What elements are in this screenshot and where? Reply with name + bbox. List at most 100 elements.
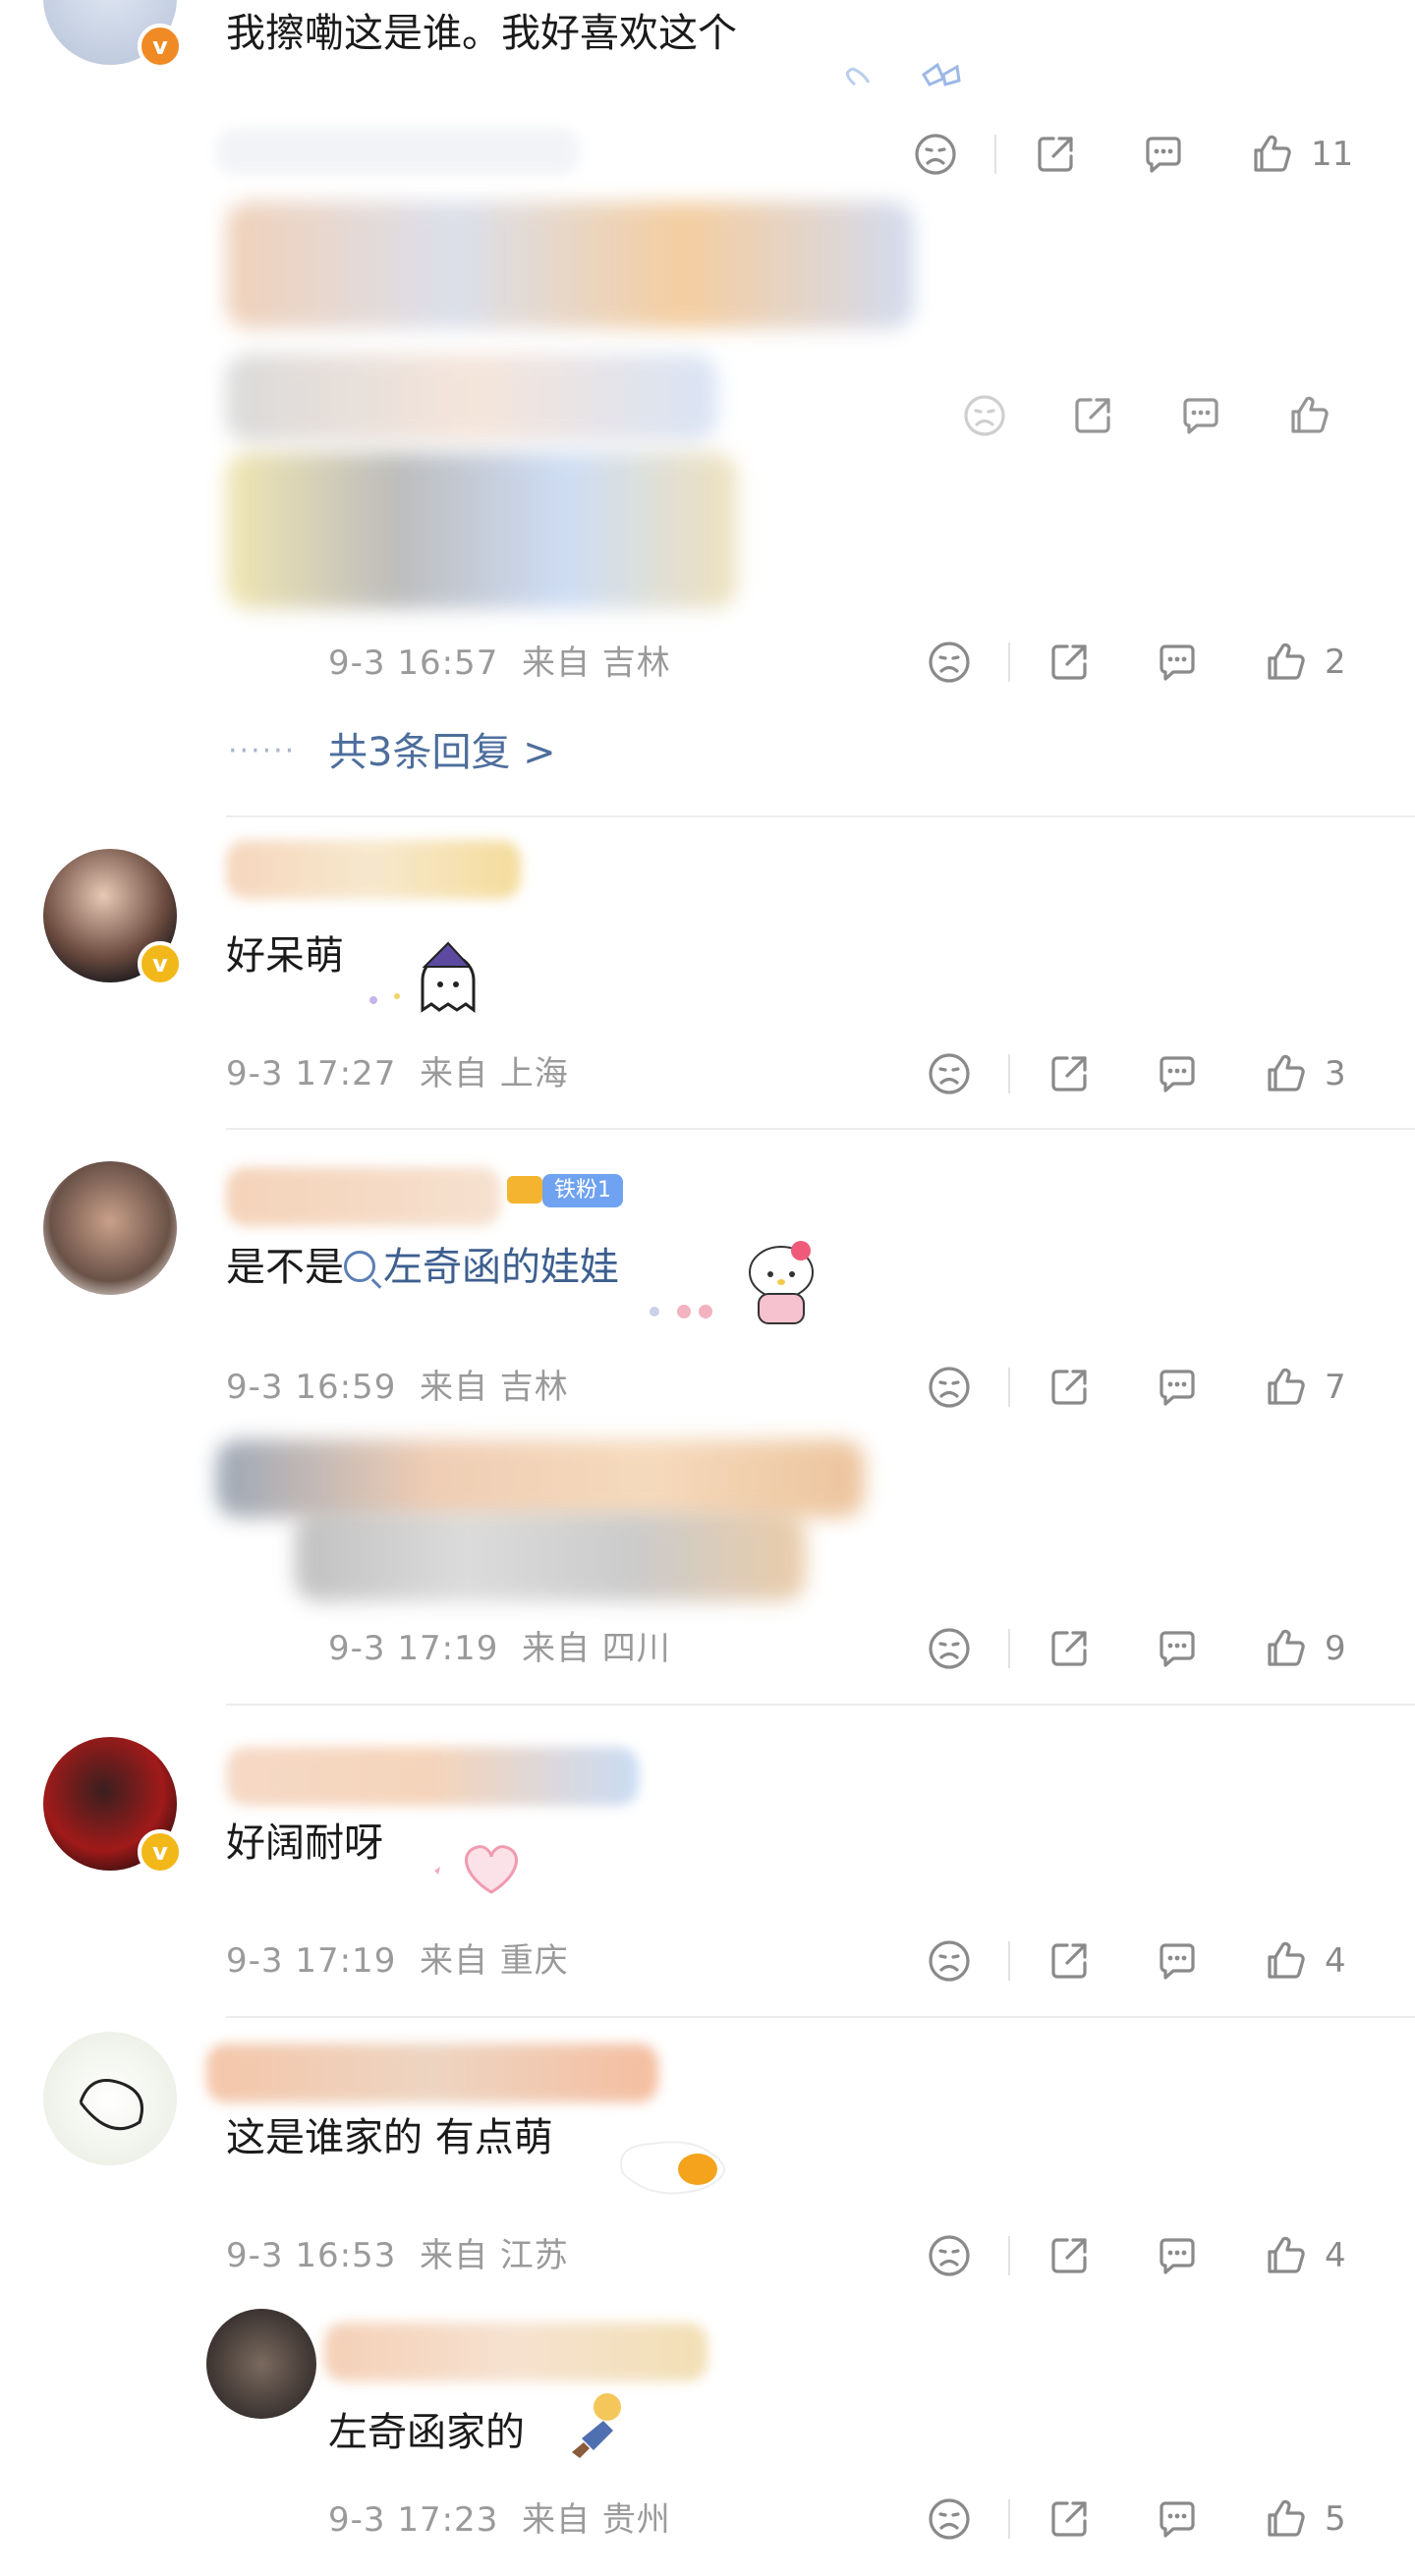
like-count: 3 [1325,1054,1346,1093]
ghost-sticker-icon [364,941,491,1024]
share-button[interactable] [1026,125,1085,184]
comment-button[interactable] [1134,125,1193,184]
like-button[interactable] [1256,1358,1315,1417]
dislike-button[interactable] [955,386,1014,445]
timestamp: 9-3 16:53 [226,2236,397,2275]
action-bar [955,386,1387,445]
location: 来自 上海 [419,1054,569,1093]
blurred-username [226,1747,639,1806]
like-button[interactable] [1256,1044,1315,1103]
blurred-username [216,128,580,175]
share-icon [1046,1937,1093,1985]
share-icon [1046,639,1093,686]
dislike-button[interactable] [920,2490,979,2548]
bow-sticker-icon [835,55,963,108]
like-button[interactable] [1279,386,1338,445]
comment-meta: 9-3 16:59 来自 吉林 [226,1364,569,1411]
comment-button[interactable] [1148,1358,1207,1417]
reply-meta: 9-3 17:23 来自 贵州 [328,2496,671,2544]
dislike-button[interactable] [920,2226,979,2285]
share-button[interactable] [1040,2226,1099,2285]
thumbs-up-icon [1262,2495,1309,2543]
divider [1008,1629,1010,1668]
comment-button[interactable] [1148,633,1207,692]
blurred-content [226,452,737,609]
share-button[interactable] [1063,386,1122,445]
reply-meta: 9-3 17:19 来自 四川 [328,1625,671,1672]
location: 来自 吉林 [521,644,671,683]
verified-badge-icon: v [138,1829,183,1875]
share-button[interactable] [1040,2490,1099,2548]
share-button[interactable] [1040,1044,1099,1103]
thumbs-up-icon [1262,1937,1309,1985]
comment-button[interactable] [1148,1619,1207,1678]
dislike-button[interactable] [920,1358,979,1417]
share-button[interactable] [1040,1358,1099,1417]
like-button[interactable] [1256,633,1315,692]
comment-button[interactable] [1148,1044,1207,1103]
divider [226,1704,1415,1706]
share-icon [1046,1364,1093,1411]
dislike-button[interactable] [920,633,979,692]
location: 来自 重庆 [419,1941,569,1981]
thumbs-up-icon [1248,131,1295,178]
divider [226,2016,1415,2018]
timestamp: 9-3 17:27 [226,1054,397,1093]
like-count: 9 [1325,1629,1346,1668]
comment-icon [1154,1364,1201,1411]
divider [1008,2499,1010,2539]
avatar[interactable] [206,2309,316,2419]
fried-egg-sticker-icon [603,2134,741,2207]
thumbs-up-icon [1262,1050,1309,1097]
comment-button[interactable] [1148,2490,1207,2548]
like-button[interactable] [1256,1932,1315,1990]
comment-button[interactable] [1148,2226,1207,2285]
action-bar: 9 [920,1619,1364,1678]
action-bar: 5 [920,2490,1364,2548]
like-count: 11 [1311,135,1354,174]
like-button[interactable] [1242,125,1301,184]
share-button[interactable] [1040,1932,1099,1990]
comment-button[interactable] [1171,386,1230,445]
like-count: 2 [1325,643,1346,682]
search-icon [344,1251,375,1282]
action-bar: 4 [920,1932,1364,1990]
action-bar: 11 [906,125,1353,184]
share-button[interactable] [1040,633,1099,692]
comment-icon [1177,392,1224,439]
dislike-button[interactable] [906,125,965,184]
comment-button[interactable] [1148,1932,1207,1990]
blurred-username [206,2044,658,2102]
timestamp: 9-3 17:19 [328,1629,499,1668]
thumbs-up-icon [1262,2232,1309,2279]
sad-face-icon [912,131,959,178]
sad-face-icon [926,1364,973,1411]
comment-icon [1154,1625,1201,1672]
share-button[interactable] [1040,1619,1099,1678]
like-button[interactable] [1256,1619,1315,1678]
divider [1008,1941,1010,1981]
avatar[interactable] [43,1161,177,1295]
share-icon [1032,131,1079,178]
heart-sticker-icon [423,1831,540,1904]
dislike-button[interactable] [920,1619,979,1678]
topic-search-link[interactable]: 左奇函的娃娃 [383,1245,619,1290]
like-count: 4 [1325,2236,1346,2275]
location: 来自 四川 [521,1629,671,1668]
blurred-username [226,1167,501,1226]
action-bar: 7 [920,1358,1364,1417]
share-icon [1046,2495,1093,2543]
blurred-content [216,1439,865,1518]
action-bar: 3 [920,1044,1364,1103]
dislike-button[interactable] [920,1044,979,1103]
like-count: 7 [1325,1368,1346,1407]
like-button[interactable] [1256,2226,1315,2285]
like-button[interactable] [1256,2490,1315,2548]
timestamp: 9-3 17:23 [328,2500,499,2540]
view-replies-link[interactable]: 共3条回复 > [328,725,556,780]
timestamp: 9-3 17:19 [226,1941,397,1981]
sad-face-icon [926,2495,973,2543]
doll-sticker-icon [564,2389,633,2466]
dislike-button[interactable] [920,1932,979,1990]
replies-dots: ······ [228,734,297,768]
